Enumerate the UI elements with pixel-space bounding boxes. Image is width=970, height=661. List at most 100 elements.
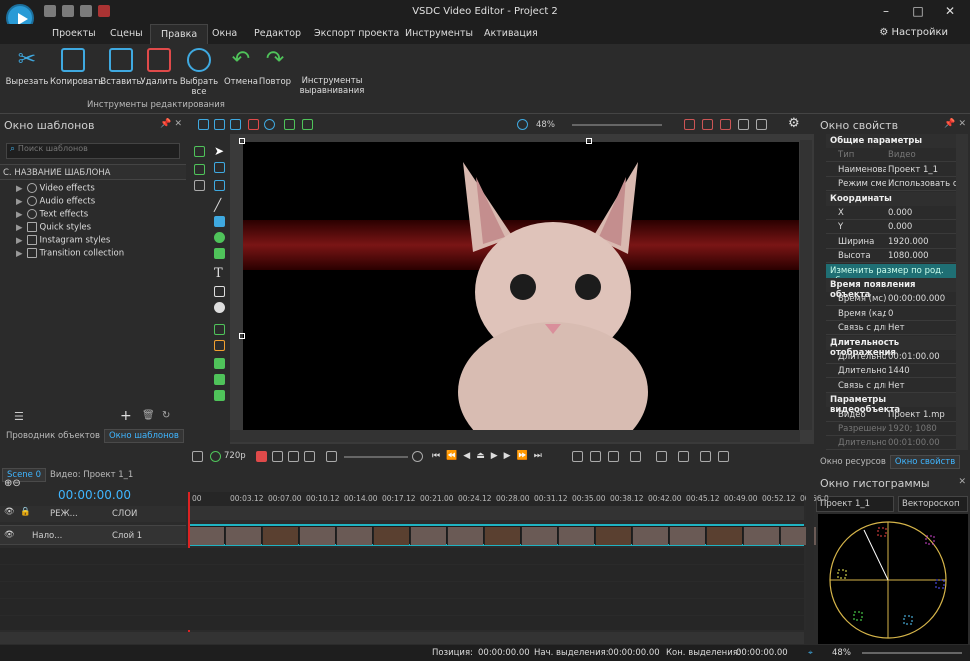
tab-properties[interactable]: Окно свойств xyxy=(889,455,961,469)
fit-icon[interactable] xyxy=(738,119,749,130)
snap-icon[interactable] xyxy=(678,451,689,462)
text-tool-icon[interactable]: T xyxy=(214,266,223,281)
image-tool-icon[interactable] xyxy=(214,180,225,191)
maximize-icon[interactable]: □ xyxy=(908,4,928,18)
property-section[interactable]: Координаты xyxy=(826,191,956,206)
undo-icon[interactable] xyxy=(284,119,295,130)
copy-icon[interactable] xyxy=(214,119,225,130)
canvas-h-scrollbar[interactable] xyxy=(230,430,800,442)
clock-icon[interactable] xyxy=(412,451,423,462)
video-clip[interactable] xyxy=(188,524,816,546)
snap-icon[interactable] xyxy=(720,119,731,130)
eye-icon[interactable]: 👁 xyxy=(4,507,15,517)
template-search-input[interactable]: ⌕ Поиск шаблонов xyxy=(6,143,180,159)
timeline-ruler[interactable]: 00 00:03.12 00:07.00 00:10.12 00:14.00 00:17.… xyxy=(188,492,829,506)
redo-button[interactable]: ↷ Повтор xyxy=(252,48,298,88)
property-row[interactable]: Y 0.000 xyxy=(826,220,956,235)
property-row[interactable]: Связь с дли Нет xyxy=(826,379,956,393)
delete-icon[interactable] xyxy=(248,119,259,130)
canvas-v-scrollbar[interactable] xyxy=(800,140,812,430)
property-row[interactable]: Высота 1080.000 xyxy=(826,249,956,264)
audio-icon[interactable] xyxy=(214,374,225,385)
menu-edit[interactable]: Правка xyxy=(150,24,209,44)
property-row[interactable]: Режим смешиИспользовать св xyxy=(826,177,956,192)
image-icon[interactable] xyxy=(214,358,225,369)
property-section[interactable]: Длительность отображения xyxy=(826,335,956,358)
paste-icon[interactable] xyxy=(230,119,241,130)
copy-button[interactable]: Копировать xyxy=(50,48,103,87)
property-section[interactable]: Время появления объекта xyxy=(826,278,956,300)
menu-tools[interactable]: Инструменты xyxy=(405,28,473,39)
property-value[interactable]: 00:01:00.00 xyxy=(888,352,956,362)
resize-to-parent-button[interactable]: Изменить размер по род. объекту xyxy=(826,263,956,286)
property-row[interactable]: Ширина 1920.000 xyxy=(826,235,956,249)
align-tools-button[interactable]: Инструменты выравнивания xyxy=(298,76,366,96)
property-row[interactable]: Длительно 00:01:00.00 xyxy=(826,350,956,364)
properties-scrollbar[interactable] xyxy=(956,134,968,450)
timeline-h-scrollbar[interactable] xyxy=(0,632,804,644)
crop-icon[interactable] xyxy=(756,119,767,130)
property-value[interactable]: 1920.000 xyxy=(888,237,956,247)
property-value[interactable]: 00:01:00.00 xyxy=(888,438,956,448)
animation-icon[interactable] xyxy=(214,340,225,351)
property-value[interactable]: Нет xyxy=(888,381,956,391)
property-row[interactable]: X 0.000 xyxy=(826,206,956,220)
property-row[interactable]: Связь с дли Нет xyxy=(826,321,956,336)
layers-tool-icon[interactable] xyxy=(194,164,205,175)
property-value[interactable]: 00:00:00.000 xyxy=(888,294,956,304)
property-row[interactable]: Время (мс) 00:00:00.000 xyxy=(826,292,956,307)
redo-icon[interactable] xyxy=(302,119,313,130)
zoom-level[interactable]: 48% xyxy=(536,120,555,130)
property-row[interactable]: Длительно 1440 xyxy=(826,364,956,379)
clip-icon[interactable] xyxy=(718,451,729,462)
refresh-icon[interactable] xyxy=(304,451,315,462)
panel-pin-close[interactable]: 📌 ✕ xyxy=(944,119,966,129)
marker-icon[interactable] xyxy=(590,451,601,462)
menu-export[interactable]: Экспорт проекта xyxy=(314,28,399,39)
tree-item-instagram-styles[interactable]: ▶ Instagram styles xyxy=(16,235,110,246)
move-tool-icon[interactable] xyxy=(194,180,205,191)
layout-icon[interactable] xyxy=(684,119,695,130)
status-zoom[interactable]: 48% xyxy=(832,648,851,658)
property-row[interactable]: Разрешение1920; 1080 xyxy=(826,422,956,436)
menu-scenes[interactable]: Сцены xyxy=(110,28,143,39)
property-value[interactable]: 1920; 1080 xyxy=(888,424,956,434)
rectangle-tool-icon[interactable] xyxy=(214,216,225,227)
property-value[interactable]: Нет xyxy=(888,323,956,333)
zoom-fit-icon[interactable] xyxy=(517,119,528,130)
menu-windows[interactable]: Окна xyxy=(212,28,237,39)
lock-icon[interactable]: 🔒 xyxy=(20,507,31,517)
zoom-fit-icon[interactable]: ⌖ xyxy=(808,648,813,658)
subtitle-tool-icon[interactable] xyxy=(214,286,225,297)
preview-icon[interactable] xyxy=(210,451,221,462)
list-view-icon[interactable]: ☰ xyxy=(14,410,24,423)
histogram-mode-select[interactable]: Векторoскоп xyxy=(898,496,968,512)
minimize-icon[interactable]: – xyxy=(876,4,896,18)
view-mode-icon[interactable] xyxy=(192,451,203,462)
tree-item-transitions[interactable]: ▶ Transition collection xyxy=(16,248,124,259)
loop-icon[interactable] xyxy=(288,451,299,462)
volume-slider[interactable] xyxy=(344,456,408,458)
settings-button[interactable]: ⚙ Настройки xyxy=(879,27,948,38)
tab-object-explorer[interactable]: Проводник объектов xyxy=(2,430,104,442)
cut-button[interactable]: ✂ Вырезать xyxy=(4,48,50,88)
property-value[interactable]: 1080.000 xyxy=(888,251,956,261)
property-row[interactable]: Тип Видео xyxy=(826,148,956,163)
tab-templates[interactable]: Окно шаблонов xyxy=(103,429,184,443)
cursor-icon[interactable]: ➤ xyxy=(214,144,224,158)
property-value[interactable]: 0 xyxy=(888,309,956,319)
add-icon[interactable]: + xyxy=(120,408,132,424)
property-section[interactable]: Параметры видеообъекта xyxy=(826,393,956,415)
property-value[interactable]: 0.000 xyxy=(888,208,956,218)
tree-item-video-effects[interactable]: ▶ Video effects xyxy=(16,183,95,194)
refresh-icon[interactable]: ↻ xyxy=(162,410,170,421)
timeline-v-scrollbar[interactable] xyxy=(806,490,814,630)
grid-icon[interactable] xyxy=(702,119,713,130)
tree-item-text-effects[interactable]: ▶ Text effects xyxy=(16,209,88,220)
gear-icon[interactable]: ⚙ xyxy=(788,116,800,131)
property-value[interactable]: Проект 1_1 xyxy=(888,165,956,175)
tree-item-audio-effects[interactable]: ▶ Audio effects xyxy=(16,196,95,207)
select-all-button[interactable]: Выбрать все xyxy=(176,48,222,97)
link-icon[interactable] xyxy=(700,451,711,462)
chart-icon[interactable] xyxy=(214,324,225,335)
